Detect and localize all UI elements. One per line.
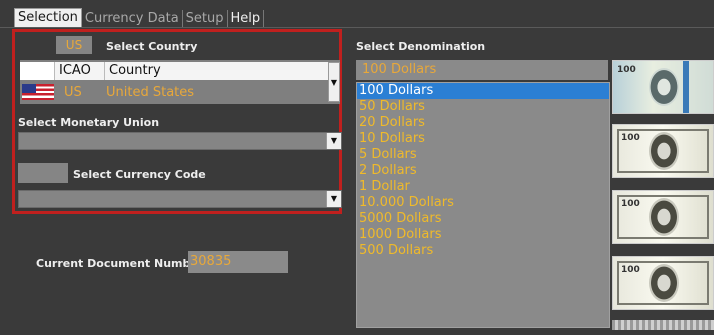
list-item[interactable]: 10 Dollars [357, 131, 609, 147]
row-icao: US [64, 84, 82, 100]
country-list-header: ICAO Country [20, 62, 328, 80]
denomination-current[interactable]: 100 Dollars [356, 60, 608, 80]
list-item[interactable]: 20 Dollars [357, 115, 609, 131]
menu-bar: Selection Currency Data Setup Help [14, 8, 265, 27]
country-code-box: US [56, 36, 92, 54]
monetary-union-select[interactable]: ▼ [18, 132, 342, 150]
list-item[interactable]: 50 Dollars [357, 99, 609, 115]
tab-currency-data[interactable]: Currency Data [82, 10, 183, 27]
list-item[interactable]: 500 Dollars [357, 243, 609, 259]
list-item[interactable]: 100 Dollars [357, 83, 609, 99]
column-icao[interactable]: ICAO [54, 62, 104, 80]
denomination-list[interactable]: 100 Dollars 50 Dollars 20 Dollars 10 Dol… [356, 82, 610, 328]
bill-image-100-old-1[interactable]: 100 [612, 124, 714, 178]
document-number-label: Current Document Number [36, 257, 204, 270]
bill-image-partial [612, 320, 714, 330]
list-item[interactable]: 5 Dollars [357, 147, 609, 163]
us-flag-icon [22, 84, 54, 100]
select-currency-code-label: Select Currency Code [73, 168, 206, 181]
chevron-down-icon[interactable]: ▼ [326, 191, 341, 207]
list-item[interactable]: US United States [20, 82, 328, 102]
row-country: United States [106, 84, 195, 100]
bill-image-strip: 100 100 100 100 [612, 60, 714, 330]
tab-setup[interactable]: Setup [183, 10, 228, 27]
tab-help[interactable]: Help [228, 10, 265, 27]
document-number-field[interactable]: 30835 [188, 251, 288, 273]
column-country[interactable]: Country [104, 62, 328, 80]
tab-selection[interactable]: Selection [14, 8, 82, 27]
bill-image-100-old-2[interactable]: 100 [612, 190, 714, 244]
bill-image-100-new[interactable]: 100 [612, 60, 714, 114]
list-item[interactable]: 1000 Dollars [357, 227, 609, 243]
select-country-label: Select Country [106, 40, 198, 53]
list-item[interactable]: 5000 Dollars [357, 211, 609, 227]
chevron-down-icon[interactable]: ▼ [326, 133, 341, 149]
list-item[interactable]: 1 Dollar [357, 179, 609, 195]
currency-code-box [18, 163, 68, 183]
menu-divider [0, 27, 714, 28]
country-list[interactable]: ICAO Country US United States ▼ [20, 60, 340, 104]
bill-image-100-old-3[interactable]: 100 [612, 256, 714, 310]
select-denomination-label: Select Denomination [356, 40, 486, 53]
list-item[interactable]: 2 Dollars [357, 163, 609, 179]
chevron-down-icon[interactable]: ▼ [328, 62, 340, 102]
currency-code-select[interactable]: ▼ [18, 190, 342, 208]
list-item[interactable]: 10.000 Dollars [357, 195, 609, 211]
select-monetary-union-label: Select Monetary Union [18, 116, 160, 129]
